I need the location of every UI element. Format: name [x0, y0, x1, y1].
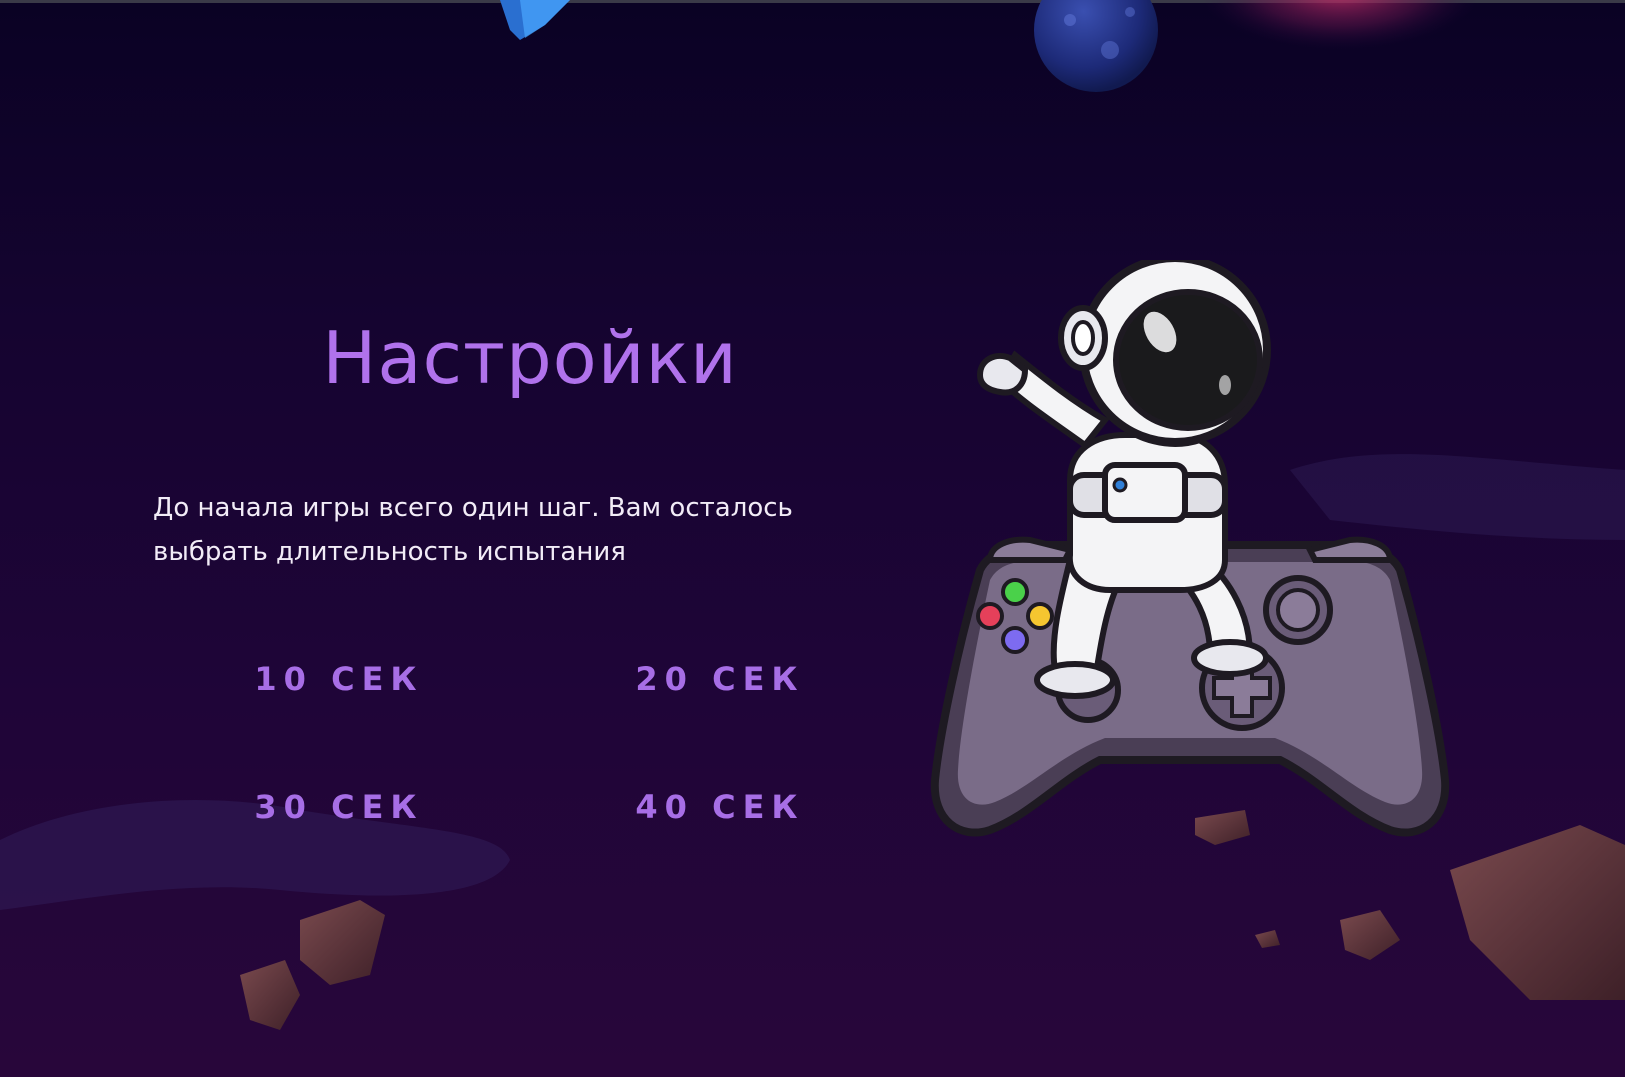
- duration-option-20[interactable]: 20 СЕК: [590, 660, 850, 698]
- page-title: Настройки: [322, 316, 738, 401]
- rock-decoration: [300, 900, 385, 985]
- duration-option-10[interactable]: 10 СЕК: [209, 660, 469, 698]
- planet-decoration: [1034, 0, 1158, 92]
- astronaut-on-gamepad-illustration: [930, 260, 1450, 837]
- duration-option-30[interactable]: 30 СЕК: [209, 788, 469, 826]
- settings-screen: Настройки До начала игры всего один шаг.…: [0, 0, 1625, 1077]
- duration-option-40[interactable]: 40 СЕК: [590, 788, 850, 826]
- settings-description: До начала игры всего один шаг. Вам остал…: [153, 493, 793, 567]
